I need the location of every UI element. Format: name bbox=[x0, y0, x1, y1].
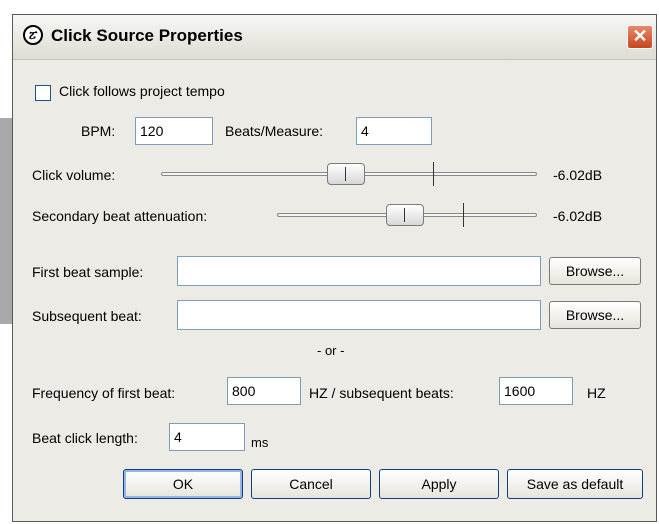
close-icon[interactable]: ✕ bbox=[627, 25, 653, 49]
apply-button[interactable]: Apply bbox=[379, 469, 499, 499]
click-source-dialog: ፘ Click Source Properties ✕ Click follow… bbox=[12, 14, 657, 522]
secondary-attenuation-slider-thumb[interactable] bbox=[386, 204, 424, 226]
subsequent-beat-input[interactable] bbox=[177, 300, 541, 330]
bpm-input[interactable]: 120 bbox=[135, 117, 213, 145]
beat-click-length-unit: ms bbox=[251, 435, 269, 450]
click-volume-zero-tick bbox=[433, 162, 434, 186]
bpm-label: BPM: bbox=[81, 123, 116, 139]
first-beat-sample-label: First beat sample: bbox=[32, 264, 144, 280]
dialog-title: Click Source Properties bbox=[51, 26, 243, 45]
or-separator: - or - bbox=[317, 343, 345, 358]
first-beat-sample-input[interactable] bbox=[177, 256, 541, 286]
beat-click-length-input[interactable]: 4 bbox=[169, 423, 245, 451]
frequency-subsequent-label: HZ / subsequent beats: bbox=[309, 385, 454, 401]
click-follows-tempo-checkbox[interactable] bbox=[35, 85, 51, 101]
secondary-attenuation-zero-tick bbox=[463, 203, 464, 227]
click-follows-tempo-label: Click follows project tempo bbox=[59, 83, 225, 99]
metronome-icon: ፘ bbox=[23, 25, 43, 45]
ok-button[interactable]: OK bbox=[123, 469, 243, 499]
beats-measure-label: Beats/Measure: bbox=[225, 123, 324, 139]
frequency-first-beat-label: Frequency of first beat: bbox=[32, 385, 176, 401]
first-beat-browse-button[interactable]: Browse... bbox=[549, 257, 641, 285]
click-volume-slider-thumb[interactable] bbox=[327, 163, 365, 185]
cancel-button[interactable]: Cancel bbox=[251, 469, 371, 499]
save-as-default-button[interactable]: Save as default bbox=[507, 469, 643, 499]
secondary-attenuation-label: Secondary beat attenuation: bbox=[32, 208, 208, 224]
beat-click-length-label: Beat click length: bbox=[32, 430, 138, 446]
click-volume-value: -6.02dB bbox=[553, 167, 603, 183]
subsequent-beat-browse-button[interactable]: Browse... bbox=[549, 301, 641, 329]
title-bar[interactable]: ፘ Click Source Properties ✕ bbox=[13, 15, 656, 60]
subsequent-beat-label: Subsequent beat: bbox=[32, 308, 142, 324]
secondary-attenuation-value: -6.02dB bbox=[553, 208, 603, 224]
frequency-first-beat-input[interactable]: 800 bbox=[227, 377, 301, 405]
beats-measure-input[interactable]: 4 bbox=[356, 117, 432, 145]
frequency-subsequent-input[interactable]: 1600 bbox=[499, 377, 573, 405]
click-volume-label: Click volume: bbox=[32, 167, 116, 183]
frequency-unit-label: HZ bbox=[587, 385, 606, 401]
